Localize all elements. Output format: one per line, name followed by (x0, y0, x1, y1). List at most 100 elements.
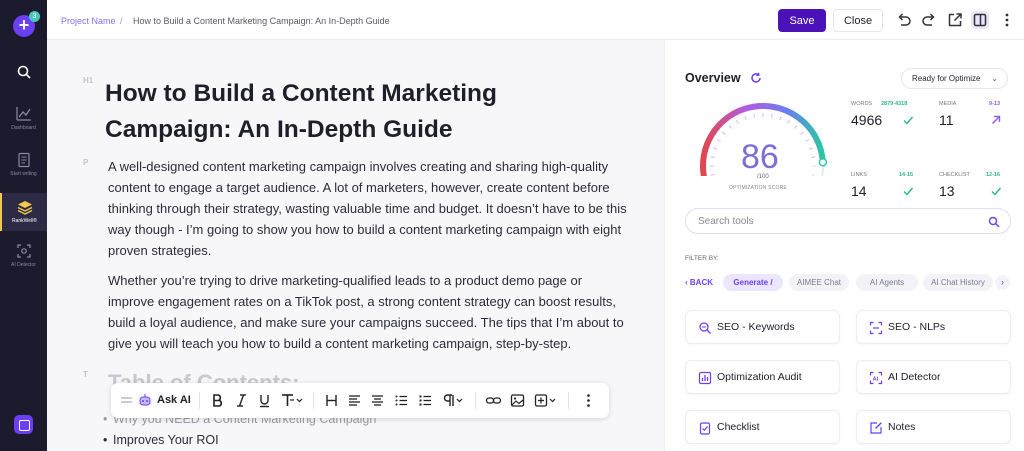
tool-checklist[interactable]: Checklist (685, 410, 840, 444)
chart-icon (15, 107, 31, 121)
document-icon (17, 152, 30, 168)
tool-label: SEO - NLPs (888, 321, 946, 333)
paragraph-1[interactable]: A well-designed content marketing campai… (108, 156, 628, 261)
gauge-tick (794, 125, 798, 129)
rail-item-rankwell[interactable]: RankWell® (0, 193, 47, 231)
gauge-tick (753, 113, 755, 118)
metric-value-checklist: 13 (939, 183, 955, 199)
gauge-tick (728, 125, 732, 129)
rail-item-dashboard[interactable]: Dashboard (0, 106, 47, 131)
keyword-search-icon (699, 322, 711, 334)
rail-item-label: Start writing (10, 171, 37, 177)
paragraph-icon[interactable] (441, 392, 467, 409)
tool-seo-keywords[interactable]: SEO - Keywords (685, 310, 840, 344)
align-center-icon[interactable] (369, 392, 386, 409)
top-bar: Project Name / How to Build a Content Ma… (47, 0, 1024, 40)
tool-ai-detector[interactable]: AI AI Detector (856, 360, 1011, 394)
tool-label: Checklist (717, 421, 760, 433)
metric-value-media: 11 (939, 112, 954, 128)
tool-optimization-audit[interactable]: Optimization Audit (685, 360, 840, 394)
tool-label: AI Detector (888, 371, 941, 383)
score-max: /100 (757, 174, 769, 180)
tool-seo-nlps[interactable]: SEO - NLPs (856, 310, 1011, 344)
close-button[interactable]: Close (833, 9, 883, 32)
gauge-tick (713, 147, 718, 150)
chat-icon[interactable] (14, 415, 33, 434)
bullet-list-icon[interactable] (417, 392, 434, 409)
rail-item-label: RankWell® (12, 218, 37, 224)
chevron-down-icon: ⌄ (991, 74, 998, 83)
optimization-score: 86 (741, 138, 779, 176)
metric-label-media: MEDIA (939, 101, 957, 107)
gauge-tick (811, 156, 816, 158)
metric-value-links: 14 (851, 183, 867, 199)
filter-label: FILTER BY: (685, 255, 719, 262)
gauge-tick (716, 139, 721, 142)
rail-item-start-writing[interactable]: Start writing (0, 152, 47, 177)
metric-range-media: 9-13 (989, 101, 1001, 107)
metric-label-checklist: CHECKLIST (939, 172, 970, 178)
ordered-list-icon[interactable] (393, 392, 410, 409)
breadcrumb-project[interactable]: Project Name (61, 16, 116, 26)
editor-area[interactable]: H1 How to Build a Content Marketing Camp… (47, 40, 664, 451)
document-title[interactable]: How to Build a Content Marketing Campaig… (105, 76, 625, 148)
chip-aimee-chat[interactable]: AIMEE Chat (789, 274, 849, 291)
back-label: BACK (689, 278, 713, 287)
text-size-icon[interactable] (279, 392, 305, 409)
breadcrumb-document: How to Build a Content Marketing Campaig… (133, 16, 390, 26)
notification-badge: 3 (29, 11, 40, 22)
metric-range-links: 14-15 (899, 172, 914, 178)
refresh-icon[interactable] (750, 72, 762, 84)
more-vertical-icon[interactable] (998, 11, 1016, 29)
drag-handle-icon[interactable] (118, 392, 135, 409)
heading-icon[interactable] (323, 392, 340, 409)
status-dropdown[interactable]: Ready for Optimize ⌄ (901, 68, 1008, 89)
align-left-icon[interactable] (346, 392, 363, 409)
rail-search[interactable] (0, 64, 47, 80)
ask-ai-button[interactable]: Ask AI (157, 392, 191, 409)
save-button[interactable]: Save (778, 9, 826, 32)
left-rail: + 3 Dashboard Start writing RankWell® AI… (0, 0, 47, 451)
gauge-tick (771, 113, 773, 118)
paragraph-2[interactable]: Whether you’re trying to drive marketing… (108, 270, 628, 354)
metric-label-words: WORDS (851, 101, 873, 107)
chip-ai-chat-history[interactable]: AI Chat History (923, 274, 993, 291)
search-icon[interactable] (988, 216, 1000, 228)
underline-icon[interactable] (256, 392, 273, 409)
note-edit-icon (870, 422, 882, 434)
format-toolbar: Ask AI (111, 383, 609, 418)
list-item[interactable]: Improves Your ROI (103, 433, 219, 447)
svg-text:AI: AI (873, 377, 879, 383)
link-icon[interactable] (485, 392, 502, 409)
split-view-icon[interactable] (971, 11, 989, 29)
chevron-right-icon[interactable]: › (995, 275, 1010, 290)
insert-icon[interactable] (533, 392, 559, 409)
image-icon[interactable] (509, 392, 526, 409)
redo-icon[interactable] (920, 11, 938, 29)
gauge-tick (787, 119, 790, 124)
tool-notes[interactable]: Notes (856, 410, 1011, 444)
chip-ai-agents[interactable]: AI Agents (856, 274, 918, 291)
italic-icon[interactable] (233, 392, 250, 409)
check-icon (903, 187, 914, 196)
toolbar-divider (313, 392, 314, 409)
tool-label: SEO - Keywords (717, 321, 795, 333)
rail-item-label: Dashboard (11, 125, 36, 131)
arrow-up-right-icon (992, 115, 1001, 124)
chip-generate[interactable]: Generate / (723, 274, 783, 291)
tool-label: Notes (888, 421, 916, 433)
back-button[interactable]: ‹ BACK (685, 274, 719, 291)
search-input[interactable] (698, 214, 968, 229)
bold-icon[interactable] (209, 392, 226, 409)
search-icon (17, 65, 31, 79)
undo-icon[interactable] (895, 11, 913, 29)
gauge-tick (736, 119, 739, 124)
gauge-tick (800, 131, 804, 135)
layers-icon (17, 201, 32, 215)
toolbar-divider (199, 392, 200, 409)
scan-icon (16, 244, 31, 258)
external-link-icon[interactable] (946, 11, 964, 29)
metric-label-links: LINKS (851, 172, 867, 178)
more-vertical-icon[interactable] (580, 392, 597, 409)
rail-item-ai-detector[interactable]: AI Detector (0, 243, 47, 268)
